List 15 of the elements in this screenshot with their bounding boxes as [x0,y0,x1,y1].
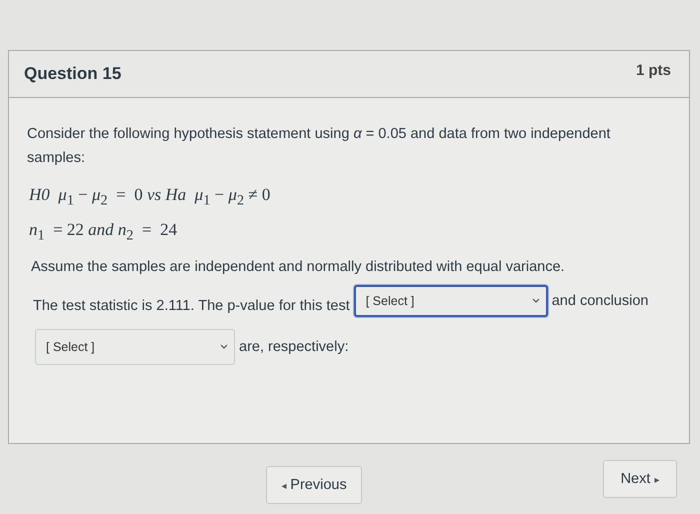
math-formula: n$_{1}$ = 22 and n$_{2}$ = 24 [29,219,178,246]
question-text: are, respectively: [239,338,349,355]
question-text: The test statistic is 2.111. The p-value for this test [33,298,350,314]
select-dropdown[interactable]: [ Select ] [35,328,235,365]
chevron-icon [532,298,540,304]
math-formula: H0 μ$_{1}$ − μ$_{2}$ = 0 vs Ha μ$_{1}$ − μ$_{2}$ ≠ 0 [29,184,272,210]
question-text: Consider the following hypothesis statement using α = 0.05 and data from two independent samples: [27,125,612,168]
chevron-icon [220,344,228,350]
question-text: and conclusion [552,292,648,309]
next-button[interactable]: Next ▸ [603,460,677,498]
question-points: 1 pts [636,62,671,78]
assumption-text: Assume the samples are independent and normally distributed with equal variance. [31,258,566,275]
previous-button[interactable]: ◂ Previous [266,466,362,504]
select-dropdown[interactable]: [ Select ] [354,284,548,317]
question-title: Question 15 [24,64,122,84]
